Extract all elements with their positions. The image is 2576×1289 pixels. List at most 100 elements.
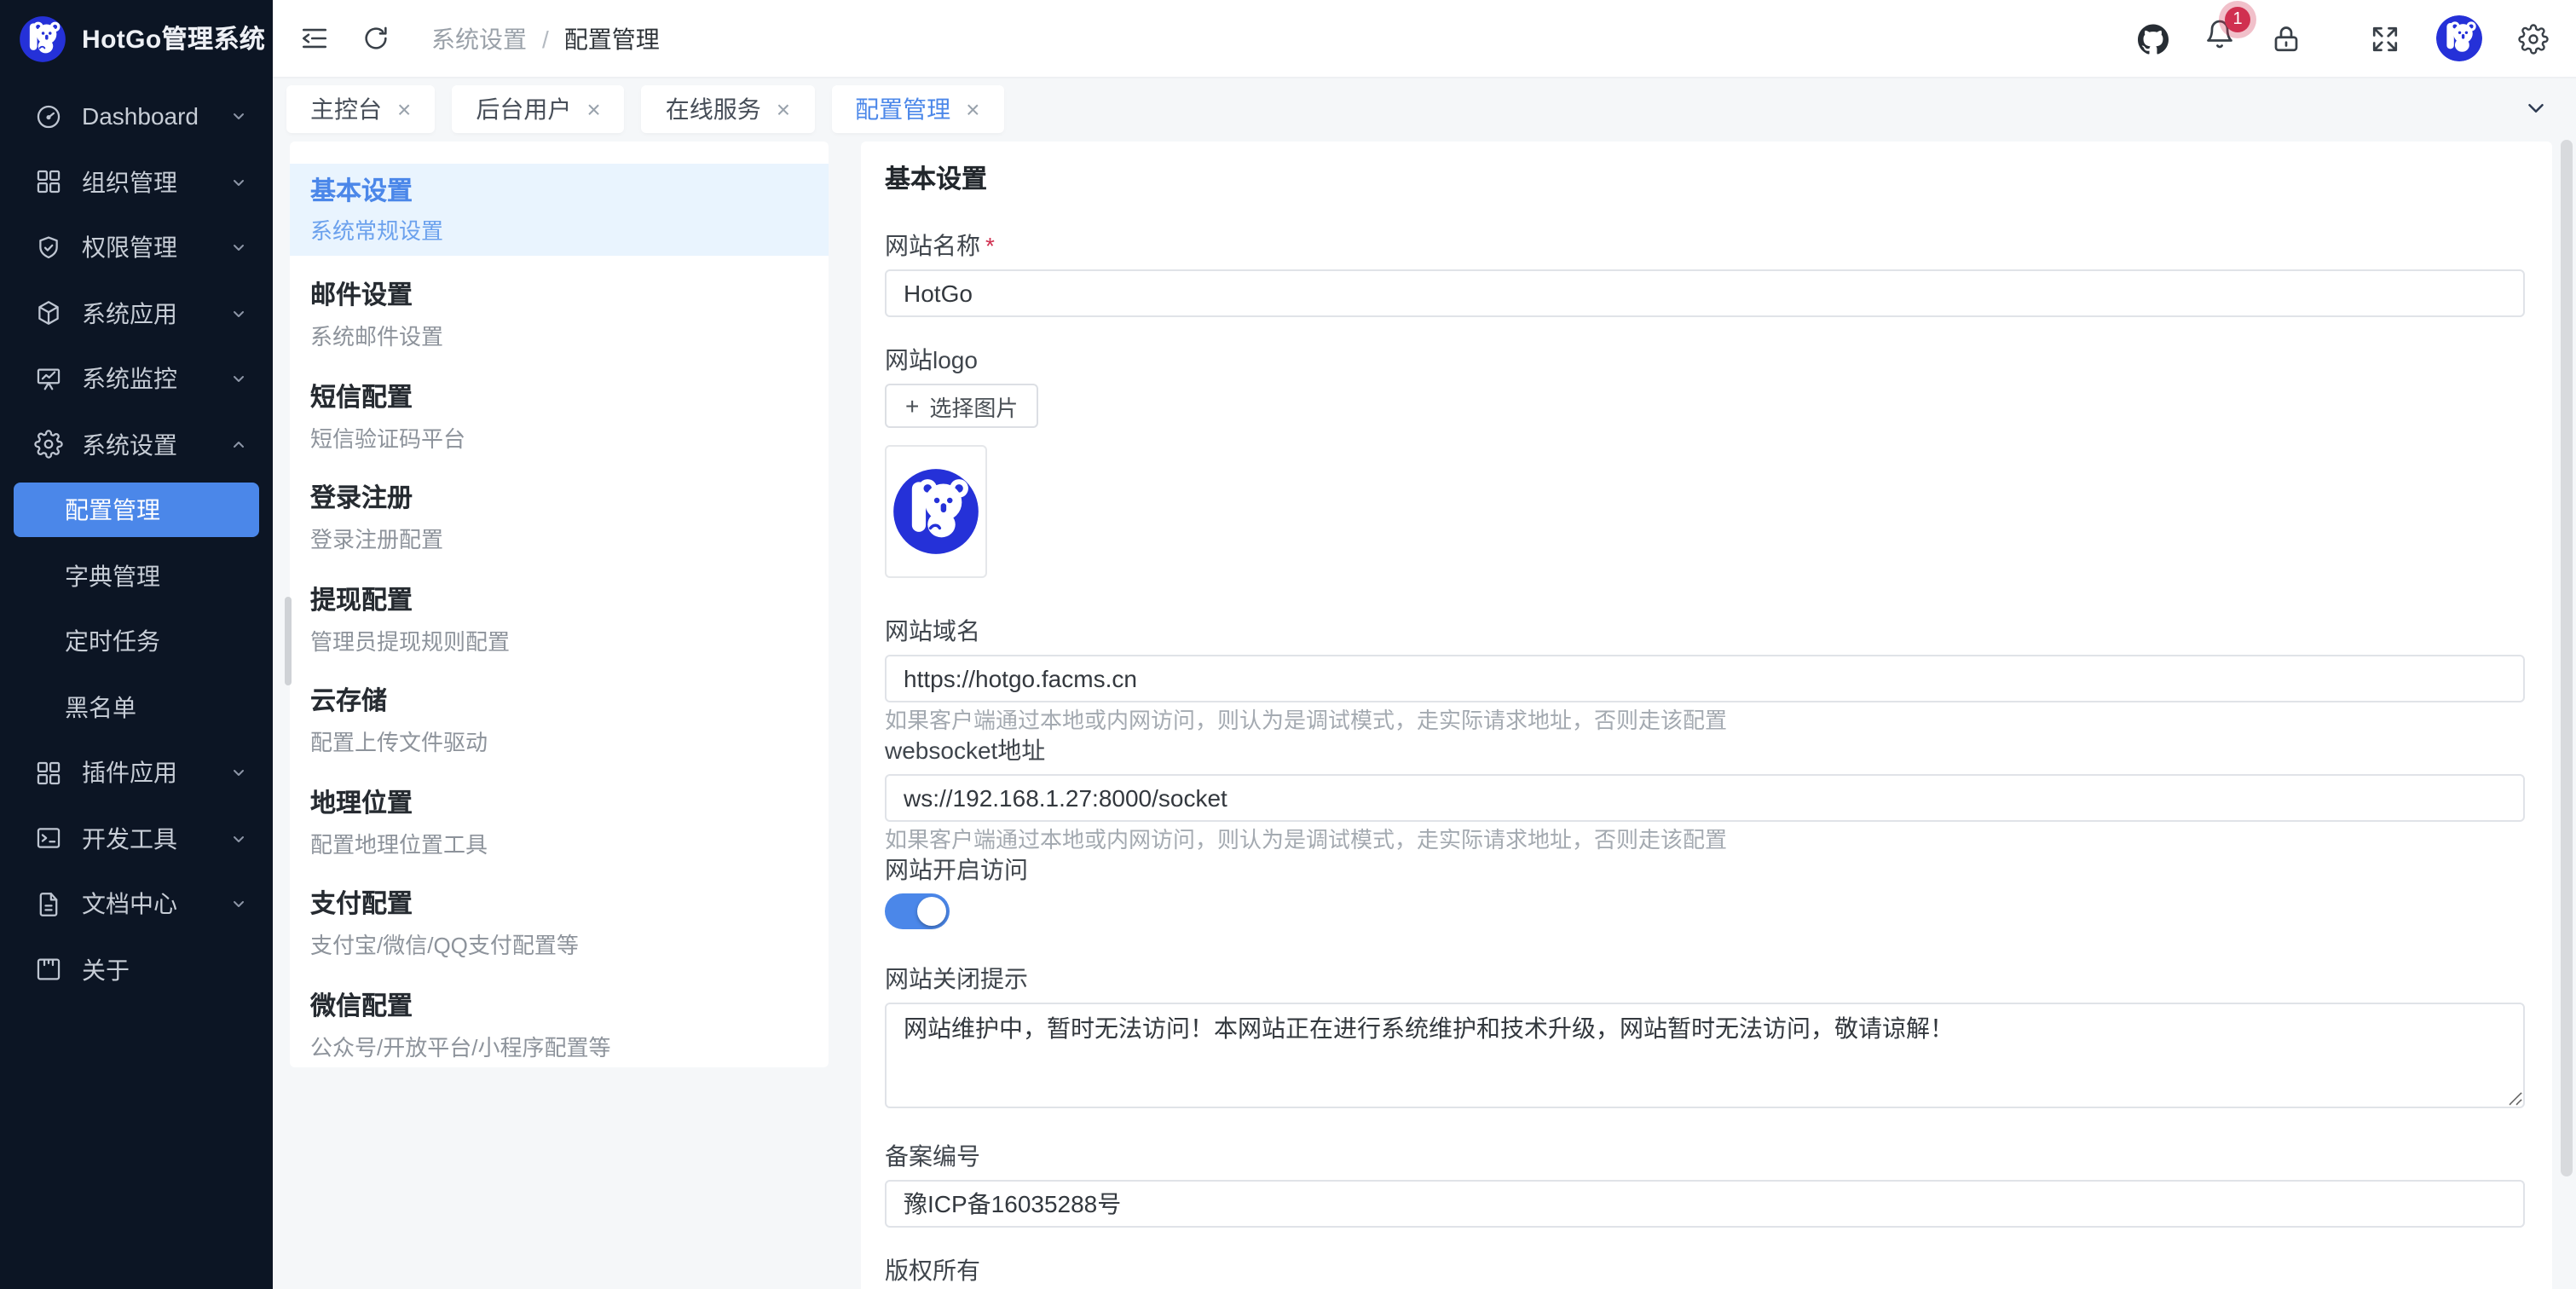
menu-section-subtitle: 公众号/开放平台/小程序配置等 — [310, 1032, 829, 1063]
field-websocket: websocket地址 如果客户端通过本地或内网访问，则认为是调试模式，走实际请… — [885, 733, 2525, 853]
site-logo-label: 网站logo — [885, 343, 2525, 377]
site-open-label: 网站开启访问 — [885, 853, 2525, 887]
icp-label: 备案编号 — [885, 1139, 2525, 1173]
sidebar-item-about[interactable]: 关于 — [0, 937, 273, 1003]
avatar[interactable] — [2436, 15, 2482, 61]
close-icon[interactable]: × — [397, 97, 411, 121]
sidebar-item-docs[interactable]: 文档中心 — [0, 871, 273, 937]
menu-section-withdraw[interactable]: 提现配置 管理员提现规则配置 — [290, 584, 829, 657]
close-icon[interactable]: × — [777, 97, 790, 121]
menu-section-subtitle: 系统邮件设置 — [310, 322, 829, 353]
websocket-input[interactable] — [885, 774, 2525, 822]
breadcrumb-parent[interactable]: 系统设置 — [431, 21, 527, 55]
field-site-name: 网站名称* — [885, 228, 2525, 317]
sidebar-item-permission[interactable]: 权限管理 — [0, 215, 273, 280]
chevron-down-icon — [228, 172, 249, 193]
tab-list-chevron-icon[interactable] — [2523, 95, 2549, 121]
sidebar-item-label: 插件应用 — [82, 756, 177, 790]
sidebar-item-org[interactable]: 组织管理 — [0, 149, 273, 215]
field-close-tip: 网站关闭提示 网站维护中，暂时无法访问！本网站正在进行系统维护和技术升级，网站暂… — [885, 962, 2525, 1108]
field-copyright: 版权所有 — [885, 1253, 2525, 1289]
sidebar-subitem-blacklist[interactable]: 黑名单 — [0, 674, 273, 740]
sidebar-item-app[interactable]: 系统应用 — [0, 280, 273, 346]
field-site-domain: 网站域名 如果客户端通过本地或内网访问，则认为是调试模式，走实际请求地址，否则走… — [885, 614, 2525, 733]
shield-check-icon — [34, 234, 63, 263]
site-name-label: 网站名称* — [885, 228, 2525, 263]
menu-section-login[interactable]: 登录注册 登录注册配置 — [290, 483, 829, 556]
basic-settings-form: 基本设置 网站名称* 网站logo + 选择图片 — [861, 142, 2552, 1289]
sidebar-item-dashboard[interactable]: Dashboard — [0, 84, 273, 149]
site-name-input[interactable] — [885, 269, 2525, 317]
icp-input[interactable] — [885, 1180, 2525, 1228]
menu-section-pay[interactable]: 支付配置 支付宝/微信/QQ支付配置等 — [290, 888, 829, 962]
sidebar-subitem-cron[interactable]: 定时任务 — [0, 609, 273, 674]
topbar-actions: 1 — [2138, 15, 2549, 61]
refresh-icon[interactable] — [361, 24, 390, 53]
menu-section-wechat[interactable]: 微信配置 公众号/开放平台/小程序配置等 — [290, 990, 829, 1063]
sidebar-item-monitor[interactable]: 系统监控 — [0, 346, 273, 412]
grid-icon — [34, 168, 63, 197]
copyright-label: 版权所有 — [885, 1253, 2525, 1287]
chevron-down-icon — [228, 369, 249, 390]
breadcrumb-current: 配置管理 — [564, 21, 660, 55]
menu-fold-icon[interactable] — [300, 24, 329, 53]
content-area: 基本设置 系统常规设置 邮件设置 系统邮件设置 短信配置 短信验证码平台 登录注… — [273, 140, 2576, 1289]
notifications-button[interactable]: 1 — [2204, 19, 2235, 58]
menu-section-cloud-storage[interactable]: 云存储 配置上传文件驱动 — [290, 685, 829, 759]
tab-console[interactable]: 主控台 × — [286, 85, 435, 133]
gear-icon[interactable] — [2518, 23, 2549, 54]
chevron-down-icon — [228, 763, 249, 783]
sidebar-item-label: 黑名单 — [65, 691, 136, 725]
menu-section-mail[interactable]: 邮件设置 系统邮件设置 — [290, 280, 829, 353]
tab-label: 后台用户 — [476, 92, 571, 126]
notification-badge: 1 — [2225, 7, 2250, 32]
menu-section-subtitle: 配置上传文件驱动 — [310, 728, 829, 759]
sidebar-item-label: 定时任务 — [65, 625, 160, 659]
close-icon[interactable]: × — [586, 97, 600, 121]
sidebar-subitem-dict[interactable]: 字典管理 — [0, 543, 273, 609]
sidebar-item-label: 权限管理 — [82, 231, 177, 265]
sidebar-nav: Dashboard 组织管理 权限管理 系统应用 系统监控 — [0, 77, 273, 1003]
toggle-knob — [917, 897, 946, 926]
site-domain-input[interactable] — [885, 655, 2525, 702]
page-scrollbar-thumb[interactable] — [2561, 140, 2573, 1176]
fullscreen-icon[interactable] — [2370, 23, 2400, 54]
topbar: 系统设置 / 配置管理 1 — [273, 0, 2576, 78]
select-image-button[interactable]: + 选择图片 — [885, 384, 1038, 428]
sidebar-item-plugin[interactable]: 插件应用 — [0, 740, 273, 806]
close-tip-textarea[interactable]: 网站维护中，暂时无法访问！本网站正在进行系统维护和技术升级，网站暂时无法访问，敬… — [885, 1003, 2525, 1108]
app-logo-row[interactable]: HotGo管理系统 — [0, 0, 273, 77]
sidebar-item-devtools[interactable]: 开发工具 — [0, 806, 273, 871]
github-icon[interactable] — [2138, 23, 2169, 54]
menu-section-subtitle: 支付宝/微信/QQ支付配置等 — [310, 931, 829, 962]
dashboard-icon — [34, 102, 63, 131]
logo-preview[interactable] — [885, 445, 987, 578]
menu-section-subtitle: 配置地理位置工具 — [310, 829, 829, 860]
app-title: HotGo管理系统 — [82, 20, 265, 56]
menu-section-geo[interactable]: 地理位置 配置地理位置工具 — [290, 787, 829, 860]
sidebar-item-label: 关于 — [82, 953, 130, 987]
tab-online-service[interactable]: 在线服务 × — [642, 85, 814, 133]
tab-admin-users[interactable]: 后台用户 × — [452, 85, 624, 133]
close-icon[interactable]: × — [966, 97, 979, 121]
lock-icon[interactable] — [2271, 23, 2302, 54]
menu-scrollbar-thumb[interactable] — [285, 597, 292, 685]
plus-icon: + — [905, 394, 919, 418]
menu-section-title: 邮件设置 — [310, 280, 829, 314]
sidebar-item-label: 组织管理 — [82, 165, 177, 199]
menu-section-title: 云存储 — [310, 685, 829, 720]
site-domain-label: 网站域名 — [885, 614, 2525, 648]
menu-section-basic[interactable]: 基本设置 系统常规设置 — [290, 164, 829, 256]
terminal-icon — [34, 824, 63, 853]
menu-section-sms[interactable]: 短信配置 短信验证码平台 — [290, 381, 829, 454]
frame-icon — [34, 956, 63, 985]
sidebar-subitem-config[interactable]: 配置管理 — [0, 477, 273, 543]
sidebar-item-settings[interactable]: 系统设置 — [0, 412, 273, 477]
sidebar-item-label: 系统应用 — [82, 297, 177, 331]
site-open-toggle[interactable] — [885, 893, 950, 929]
tab-label: 配置管理 — [855, 92, 950, 126]
sidebar-item-label: 开发工具 — [82, 822, 177, 856]
site-domain-helper: 如果客户端通过本地或内网访问，则认为是调试模式，走实际请求地址，否则走该配置 — [885, 708, 2525, 733]
tab-config-management[interactable]: 配置管理 × — [831, 85, 1003, 133]
grid-icon — [34, 759, 63, 788]
